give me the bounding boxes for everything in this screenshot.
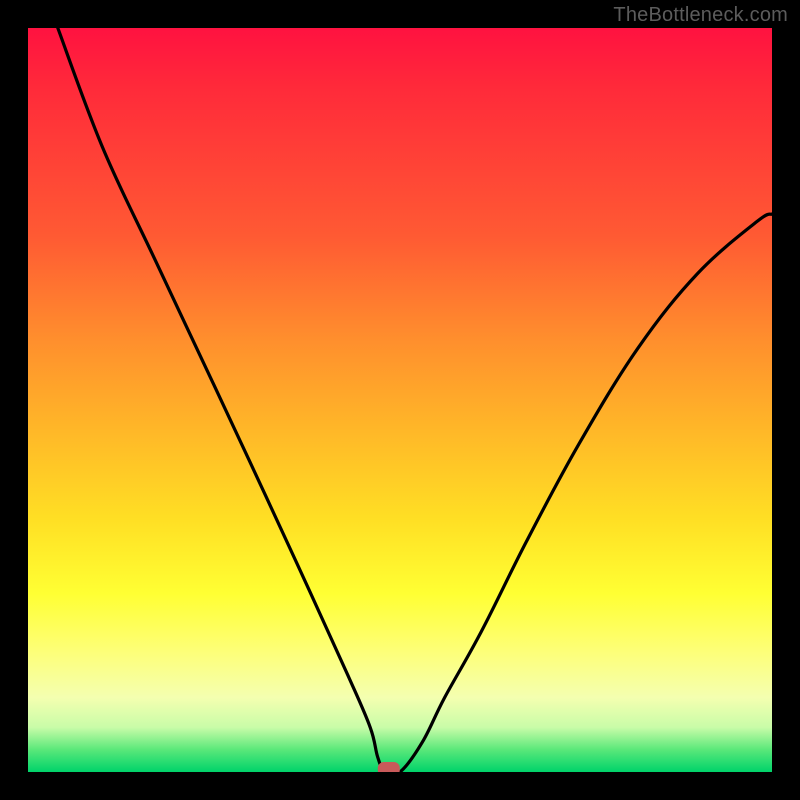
bottleneck-curve-line — [58, 28, 772, 772]
chart-frame: TheBottleneck.com — [0, 0, 800, 800]
plot-area — [28, 28, 772, 772]
minimum-marker — [378, 762, 400, 772]
chart-svg — [28, 28, 772, 772]
watermark-text: TheBottleneck.com — [613, 4, 788, 27]
